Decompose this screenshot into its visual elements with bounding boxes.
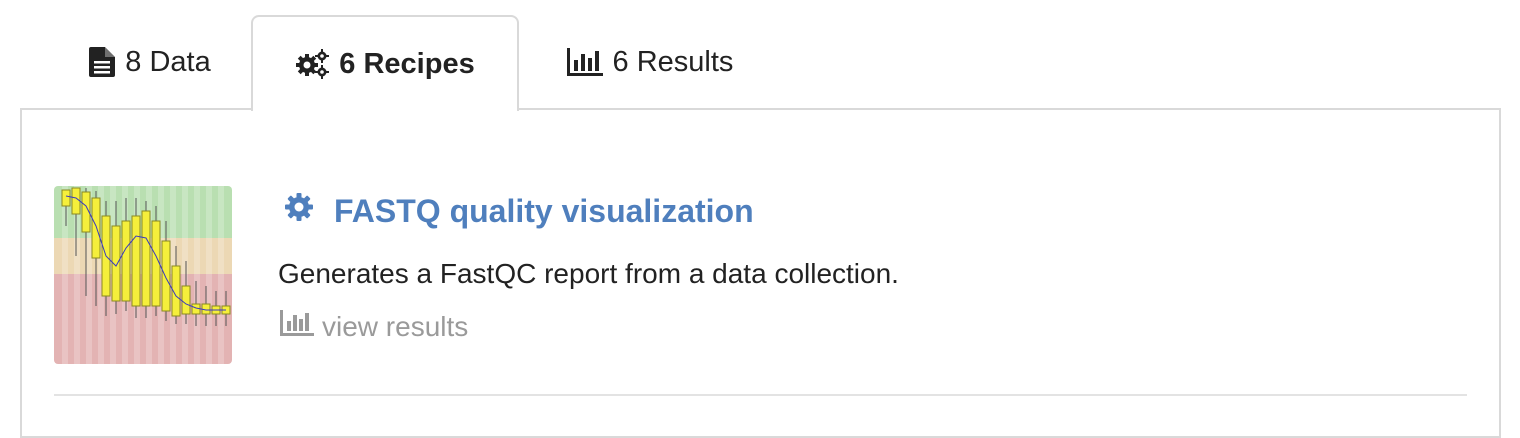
tab-results[interactable]: 6 Results [540, 15, 760, 109]
gears-icon [295, 49, 330, 79]
recipes-panel: FASTQ quality visualization Generates a … [20, 108, 1501, 438]
tab-bar: 8 Data 6 Recipes 6 Results [20, 0, 1500, 111]
tab-recipes[interactable]: 6 Recipes [251, 15, 519, 111]
fastqc-boxplot-image [54, 186, 232, 364]
gear-icon [284, 192, 314, 230]
bar-chart-icon [566, 48, 603, 76]
tab-results-label: 6 Results [612, 45, 734, 78]
recipe-thumbnail[interactable] [54, 186, 232, 364]
bar-chart-icon [280, 310, 314, 343]
recipe-title-link[interactable]: FASTQ quality visualization [284, 192, 754, 230]
file-text-icon [89, 47, 116, 77]
divider [54, 394, 1467, 396]
view-results-link[interactable]: view results [280, 310, 468, 343]
recipe-description: Generates a FastQC report from a data co… [278, 258, 899, 289]
tab-data[interactable]: 8 Data [40, 15, 260, 109]
tab-recipes-label: 6 Recipes [339, 47, 475, 80]
tab-data-label: 8 Data [125, 45, 211, 78]
view-results-label: view results [322, 310, 469, 342]
recipe-title: FASTQ quality visualization [334, 192, 754, 229]
